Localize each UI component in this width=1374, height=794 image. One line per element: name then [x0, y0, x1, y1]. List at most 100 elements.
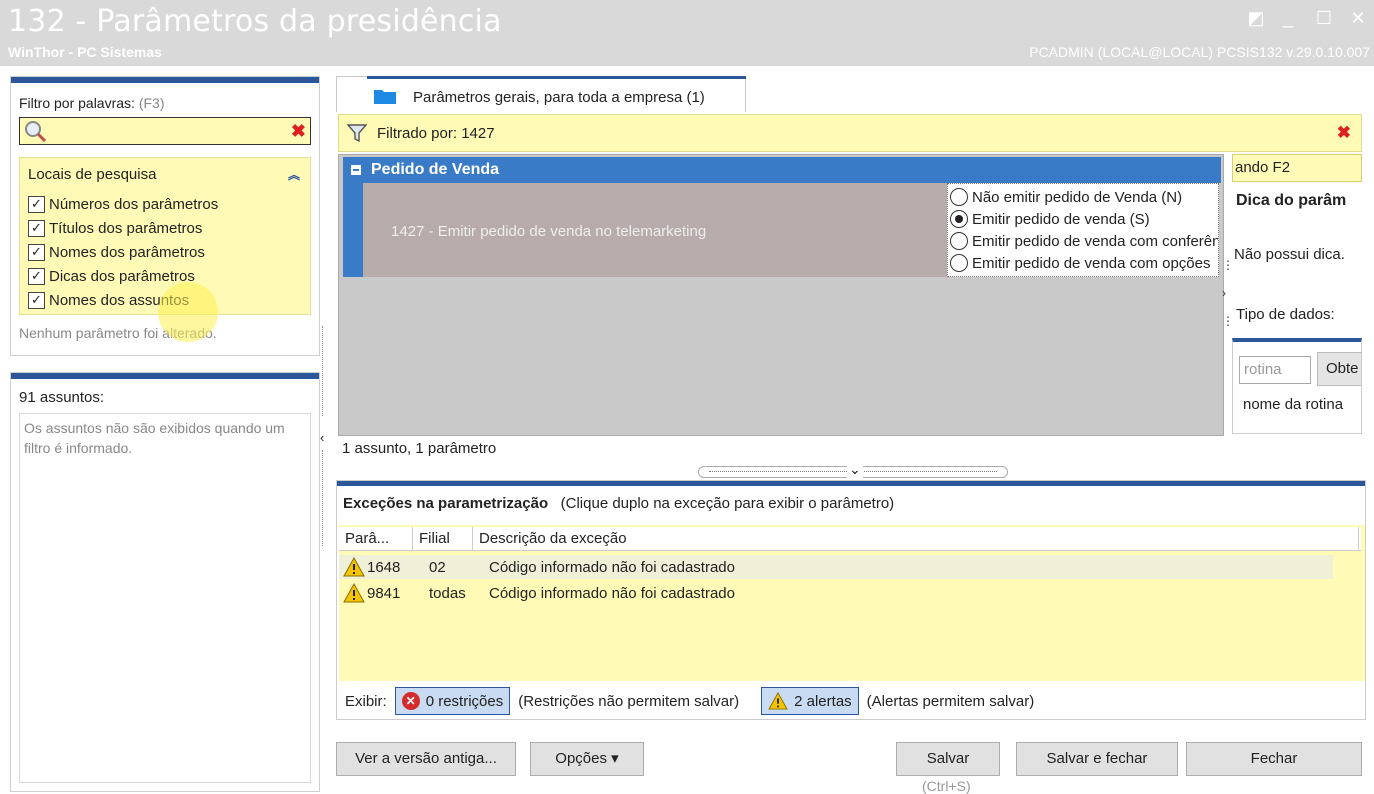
checkbox-param-titles[interactable]: ✓ Títulos dos parâmetros [28, 218, 202, 238]
vertical-splitter[interactable]: ‹ [320, 326, 328, 546]
parameter-options: Não emitir pedido de Venda (N) Emitir pe… [947, 183, 1219, 277]
exceptions-table: Parâ... Filial Descrição da exceção 1648… [339, 525, 1365, 681]
horizontal-splitter[interactable]: ⌄ [698, 461, 1008, 478]
search-input[interactable]: ✖ [19, 117, 311, 145]
alerts-note: (Alertas permitem salvar) [866, 692, 1035, 710]
window-title: 132 - Parâmetros da presidência [8, 4, 502, 39]
check-icon: ✓ [28, 219, 45, 237]
funnel-icon [347, 124, 367, 143]
exceptions-heading: Exceções na parametrização (Clique duplo… [343, 495, 894, 512]
radio-option-s[interactable]: Emitir pedido de venda (S) [950, 208, 1150, 230]
filter-status-bar: Filtrado por: 1427 ✖ [338, 114, 1362, 152]
save-shortcut: (Ctrl+S) [922, 778, 971, 794]
data-type-label: Tipo de dados: [1236, 306, 1335, 323]
check-icon: ✓ [28, 195, 45, 213]
exceptions-footer: Exibir: ✕ 0 restrições (Restrições não p… [339, 683, 1365, 719]
collapse-group-icon[interactable] [351, 165, 361, 175]
row-indicator [343, 183, 363, 277]
exceptions-hint: (Clique duplo na exceção para exibir o p… [560, 495, 895, 512]
old-version-button[interactable]: Ver a versão antiga... [336, 742, 516, 776]
routine-input[interactable]: rotina [1239, 356, 1311, 384]
search-locations-title: Locais de pesquisa [28, 166, 157, 183]
folder-icon [374, 90, 396, 104]
parameter-label: 1427 - Emitir pedido de venda no telemar… [391, 223, 707, 240]
table-row[interactable]: 9841 todas Código informado não foi cada… [339, 581, 1333, 605]
chevron-left-icon[interactable]: ‹ [320, 430, 324, 445]
warning-icon [343, 557, 365, 577]
parameter-count: 1 assunto, 1 parâmetro [342, 440, 497, 457]
group-header[interactable]: Pedido de Venda [343, 157, 1221, 183]
tab-label: Parâmetros gerais, para toda a empresa (… [413, 89, 705, 106]
warning-icon [343, 583, 365, 603]
panel-accent-bar [11, 373, 319, 379]
obtain-button[interactable]: Obte [1317, 352, 1361, 386]
close-button[interactable]: Fechar [1186, 742, 1362, 776]
column-header-desc[interactable]: Descrição da exceção [473, 527, 1359, 550]
filter-shortcut: (F3) [138, 95, 165, 111]
subjects-panel: 91 assuntos: Os assuntos não são exibido… [10, 372, 320, 792]
checkbox-label: Dicas dos parâmetros [49, 267, 195, 285]
cell-desc: Código informado não foi cadastrado [489, 558, 735, 576]
save-button[interactable]: Salvar [896, 742, 1000, 776]
options-button[interactable]: Opções ▾ [530, 742, 644, 776]
checkbox-param-tips[interactable]: ✓ Dicas dos parâmetros [28, 266, 195, 286]
side-panel: ando F2 Dica do parâm Não possui dica. T… [1230, 154, 1374, 436]
cell-param: 1648 [367, 558, 401, 576]
cell-filial: 02 [429, 558, 446, 576]
checkbox-param-numbers[interactable]: ✓ Números dos parâmetros [28, 194, 218, 214]
chevron-right-icon[interactable]: › [1222, 286, 1230, 300]
close-window-button[interactable]: ✕ [1348, 8, 1368, 28]
radio-label: Emitir pedido de venda com opções [972, 254, 1211, 272]
checkbox-label: Nomes dos parâmetros [49, 243, 205, 261]
side-search-input[interactable]: ando F2 [1232, 154, 1362, 182]
column-header-filial[interactable]: Filial [413, 527, 473, 550]
save-close-button[interactable]: Salvar e fechar [1016, 742, 1178, 776]
check-icon: ✓ [28, 291, 45, 309]
minimize-button[interactable]: _ [1278, 8, 1298, 28]
radio-label: Emitir pedido de venda com conferência [972, 232, 1219, 250]
routine-name-label: nome da rotina [1243, 396, 1344, 413]
tip-title: Dica do parâm [1236, 192, 1347, 209]
parameter-row[interactable]: 1427 - Emitir pedido de venda no telemar… [363, 183, 949, 277]
chevron-down-icon[interactable]: ⌄ [847, 461, 863, 478]
radio-icon [950, 254, 968, 272]
side-grip[interactable]: ⋮ [1222, 258, 1234, 272]
radio-label: Emitir pedido de venda (S) [972, 210, 1150, 228]
cell-filial: todas [429, 584, 466, 602]
maximize-button[interactable]: ☐ [1314, 8, 1334, 28]
alerts-button[interactable]: 2 alertas [761, 687, 859, 715]
clear-search-icon[interactable]: ✖ [291, 120, 306, 142]
radio-option-opcoes[interactable]: Emitir pedido de venda com opções [950, 252, 1210, 274]
splitter-grip [322, 326, 326, 416]
subjects-list: Os assuntos não são exibidos quando um f… [19, 413, 311, 783]
collapse-icon[interactable]: ︽ [288, 166, 300, 183]
search-icon [25, 121, 46, 142]
side-grip[interactable]: ⋮ [1222, 314, 1234, 328]
app-subtitle: WinThor - PC Sistemas [8, 44, 162, 60]
tab-general-params[interactable]: Parâmetros gerais, para toda a empresa (… [336, 76, 746, 112]
cell-desc: Código informado não foi cadastrado [489, 584, 735, 602]
radio-option-conf[interactable]: Emitir pedido de venda com conferência [950, 230, 1219, 252]
radio-icon [950, 188, 968, 206]
check-icon: ✓ [28, 243, 45, 261]
check-icon: ✓ [28, 267, 45, 285]
filtered-label: Filtrado por: 1427 [377, 125, 495, 142]
title-bar: 132 - Parâmetros da presidência WinThor … [0, 0, 1374, 66]
checkbox-param-names[interactable]: ✓ Nomes dos parâmetros [28, 242, 205, 262]
radio-option-n[interactable]: Não emitir pedido de Venda (N) [950, 186, 1182, 208]
show-label: Exibir: [345, 692, 387, 710]
table-row[interactable]: 1648 02 Código informado não foi cadastr… [339, 555, 1333, 579]
alerts-label: 2 alertas [794, 692, 852, 710]
cursor-highlight [158, 282, 218, 342]
restore-icon[interactable]: ◩ [1246, 8, 1266, 28]
group-title: Pedido de Venda [371, 161, 500, 178]
cell-param: 9841 [367, 584, 401, 602]
restrictions-button[interactable]: ✕ 0 restrições [394, 687, 511, 715]
column-header-param[interactable]: Parâ... [339, 527, 413, 550]
user-info: PCADMIN (LOCAL@LOCAL) PCSIS132 v.29.0.10… [1029, 44, 1370, 60]
exceptions-panel: Exceções na parametrização (Clique duplo… [336, 480, 1366, 720]
clear-filter-icon[interactable]: ✖ [1337, 123, 1351, 143]
panel-accent-bar [11, 77, 319, 83]
checkbox-label: Títulos dos parâmetros [49, 219, 203, 237]
parameters-area: Pedido de Venda 1427 - Emitir pedido de … [338, 154, 1224, 436]
